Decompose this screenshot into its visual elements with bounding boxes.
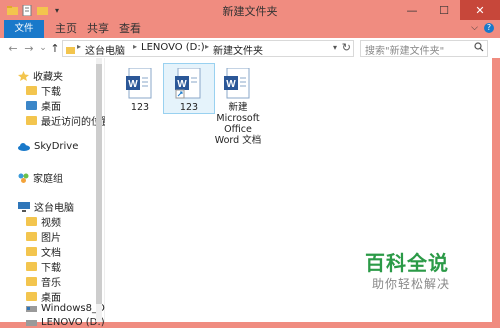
homegroup-icon <box>18 173 29 183</box>
nav-scrollbar[interactable] <box>96 58 102 322</box>
minimize-button[interactable]: — <box>396 0 428 20</box>
forward-button[interactable]: → <box>22 41 36 55</box>
pictures-folder-icon <box>26 232 37 241</box>
nav-homegroup-label: 家庭组 <box>33 174 63 185</box>
window-controls: — ☐ ✕ <box>396 0 500 20</box>
nav-item-label: 下载 <box>41 87 61 98</box>
maximize-button[interactable]: ☐ <box>428 0 460 20</box>
breadcrumb-drive[interactable]: LENOVO (D:) <box>141 42 205 53</box>
watermark-title: 百科全说 <box>365 251 449 275</box>
nav-item-downloads[interactable]: 下载 <box>26 83 61 98</box>
tab-home[interactable]: 主页 <box>52 20 80 38</box>
tab-share[interactable]: 共享 <box>84 20 112 38</box>
nav-skydrive[interactable]: SkyDrive <box>18 141 78 152</box>
svg-text:W: W <box>128 79 138 90</box>
cloud-icon <box>18 142 30 151</box>
nav-item-downloads-pc[interactable]: 下载 <box>26 259 61 274</box>
file-name: 123 <box>130 102 150 113</box>
nav-favorites[interactable]: 收藏夹 <box>18 68 63 83</box>
nav-item-drive-d[interactable]: LENOVO (D:) <box>26 317 105 328</box>
file-item[interactable]: W 123 <box>115 64 165 113</box>
nav-item-label: 视频 <box>41 218 61 229</box>
star-icon <box>18 70 29 81</box>
nav-skydrive-label: SkyDrive <box>34 141 79 152</box>
breadcrumb-separator-icon: ▸ <box>205 42 210 51</box>
word-document-icon: W <box>126 67 154 100</box>
back-button[interactable]: ← <box>6 41 20 55</box>
word-document-icon: W <box>224 67 252 100</box>
expand-ribbon-chevron-icon[interactable]: ⌵ <box>471 23 478 33</box>
refresh-button[interactable]: ↻ <box>342 41 351 54</box>
drive-icon <box>26 319 37 326</box>
address-row: ← → ⌄ ↑ ▸ 这台电脑 ▸ LENOVO (D:) ▸ 新建文件夹 ▾ ↻… <box>0 38 500 59</box>
nav-item-label: 文档 <box>41 248 61 259</box>
music-folder-icon <box>26 277 37 286</box>
desktop-folder-icon <box>26 292 37 301</box>
nav-item-desktop-pc[interactable]: 桌面 <box>26 289 61 304</box>
tab-view[interactable]: 查看 <box>116 20 144 38</box>
file-item[interactable]: W 新建 Microsoft Office Word 文档 <box>211 64 265 146</box>
nav-homegroup[interactable]: 家庭组 <box>18 170 63 185</box>
nav-item-pictures[interactable]: 图片 <box>26 229 61 244</box>
nav-this-pc-label: 这台电脑 <box>34 203 74 214</box>
documents-folder-icon <box>26 247 37 256</box>
up-button[interactable]: ↑ <box>48 41 62 55</box>
nav-item-music[interactable]: 音乐 <box>26 274 61 289</box>
nav-item-videos[interactable]: 视频 <box>26 214 61 229</box>
nav-item-desktop[interactable]: 桌面 <box>26 98 61 113</box>
nav-item-label: 桌面 <box>41 102 61 113</box>
breadcrumb-separator-icon: ▸ <box>77 42 82 51</box>
explorer-window: ▾ 新建文件夹 — ☐ ✕ 文件 主页 共享 查看 ⌵ ? ← → ⌄ ↑ ▸ … <box>0 0 500 328</box>
computer-icon <box>18 201 30 212</box>
ribbon-tabs: 文件 主页 共享 查看 ⌵ ? <box>0 20 500 38</box>
search-icon[interactable] <box>474 42 484 55</box>
svg-text:W: W <box>226 79 236 90</box>
file-name: 123 <box>179 102 199 113</box>
breadcrumb-this-pc[interactable]: 这台电脑 <box>85 42 125 57</box>
nav-item-label: 下载 <box>41 263 61 274</box>
svg-text:W: W <box>177 79 187 90</box>
word-document-shortcut-icon: W <box>175 67 203 100</box>
watermark-subtitle: 助你轻松解决 <box>372 277 451 291</box>
search-box[interactable]: 搜索"新建文件夹" <box>360 40 488 57</box>
address-bar[interactable]: ▸ 这台电脑 ▸ LENOVO (D:) ▸ 新建文件夹 ▾ ↻ <box>62 40 354 57</box>
breadcrumb-separator-icon: ▸ <box>133 42 138 51</box>
recent-places-icon <box>26 116 37 125</box>
downloads-folder-icon <box>26 86 37 95</box>
address-dropdown-chevron-icon[interactable]: ▾ <box>333 43 337 52</box>
nav-item-label: 图片 <box>41 233 61 244</box>
help-icon[interactable]: ? <box>484 23 494 33</box>
nav-favorites-label: 收藏夹 <box>33 72 63 83</box>
window-border <box>492 58 500 322</box>
close-button[interactable]: ✕ <box>460 0 500 20</box>
nav-scrollbar-thumb[interactable] <box>96 64 102 304</box>
videos-folder-icon <box>26 217 37 226</box>
desktop-icon <box>26 101 37 110</box>
downloads-folder-icon <box>26 262 37 271</box>
drive-icon <box>26 305 37 312</box>
search-input[interactable]: 搜索"新建文件夹" <box>365 42 444 57</box>
navigation-pane: 收藏夹 下载 桌面 最近访问的位置 SkyDrive 家庭组 这台电脑 视频 图… <box>0 58 125 328</box>
nav-item-label: 桌面 <box>41 293 61 304</box>
file-name: 新建 Microsoft Office Word 文档 <box>214 102 262 146</box>
title-bar: ▾ 新建文件夹 — ☐ ✕ <box>0 0 500 20</box>
nav-item-documents[interactable]: 文档 <box>26 244 61 259</box>
nav-item-label: 音乐 <box>41 278 61 289</box>
nav-this-pc[interactable]: 这台电脑 <box>18 199 74 214</box>
file-item-selected[interactable]: W 123 <box>163 63 215 114</box>
folder-icon <box>66 44 75 57</box>
tab-file[interactable]: 文件 <box>4 20 44 38</box>
breadcrumb-current-folder[interactable]: 新建文件夹 <box>213 42 263 57</box>
